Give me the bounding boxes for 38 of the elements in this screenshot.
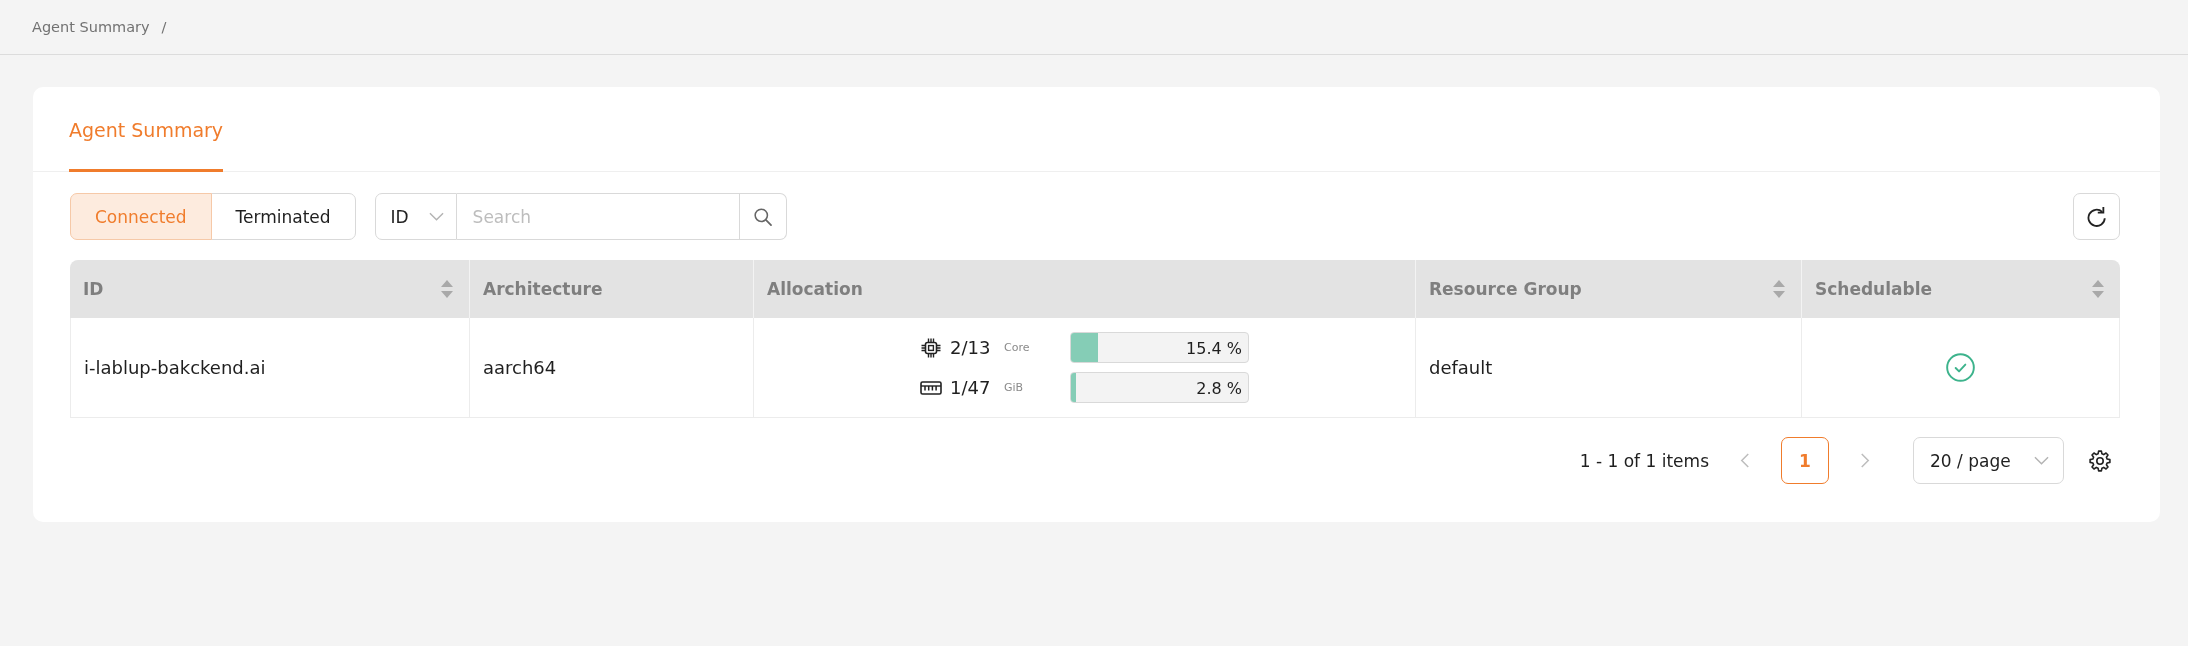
pagination-summary: 1 - 1 of 1 items bbox=[1579, 450, 1709, 471]
chip-icon bbox=[921, 337, 941, 358]
chevron-down-icon bbox=[428, 212, 444, 221]
table-cell: default bbox=[1415, 318, 1801, 418]
column-header[interactable]: Schedulable bbox=[1801, 260, 2120, 318]
column-header: Allocation bbox=[753, 260, 1415, 318]
memory-icon bbox=[920, 380, 942, 395]
search-icon bbox=[753, 207, 772, 226]
search-field[interactable]: Search bbox=[456, 193, 740, 240]
column-header[interactable]: ID bbox=[70, 260, 469, 318]
table-cell: aarch64 bbox=[469, 318, 753, 418]
chevron-down-icon bbox=[2034, 456, 2049, 465]
breadcrumb-link[interactable]: Agent Summary bbox=[32, 19, 150, 35]
percent-label: 15.4 % bbox=[1186, 338, 1242, 357]
refresh-icon bbox=[2087, 206, 2106, 227]
table-cell: i-lablup-bakckend.ai bbox=[70, 318, 469, 418]
column-header[interactable]: Resource Group bbox=[1415, 260, 1801, 318]
unit-label: Core bbox=[1004, 341, 1031, 354]
page-size-select[interactable]: 20 / page bbox=[1913, 437, 2064, 484]
chevron-left-icon bbox=[1740, 453, 1750, 468]
breadcrumb-separator: / bbox=[161, 19, 167, 35]
page-button[interactable]: 1 bbox=[1781, 437, 1829, 484]
filter-toggle[interactable]: Terminated bbox=[210, 193, 356, 240]
tab[interactable]: Agent Summary bbox=[69, 87, 224, 172]
column-header: Architecture bbox=[469, 260, 753, 318]
sort-icon[interactable] bbox=[2092, 280, 2104, 298]
search-button[interactable] bbox=[739, 193, 787, 240]
refresh-button[interactable] bbox=[2073, 193, 2120, 240]
filter-toggle[interactable]: Connected bbox=[70, 193, 212, 240]
allocation-value: 2/13 bbox=[950, 337, 992, 358]
allocation-value: 1/47 bbox=[950, 377, 992, 398]
unit-label: GiB bbox=[1004, 381, 1025, 394]
chevron-right-icon bbox=[1860, 453, 1870, 468]
sort-icon[interactable] bbox=[441, 280, 453, 298]
settings-icon[interactable] bbox=[2089, 449, 2111, 472]
percent-label: 2.8 % bbox=[1196, 378, 1242, 397]
search-field-select[interactable]: ID bbox=[374, 193, 457, 240]
sort-icon[interactable] bbox=[1773, 280, 1785, 298]
